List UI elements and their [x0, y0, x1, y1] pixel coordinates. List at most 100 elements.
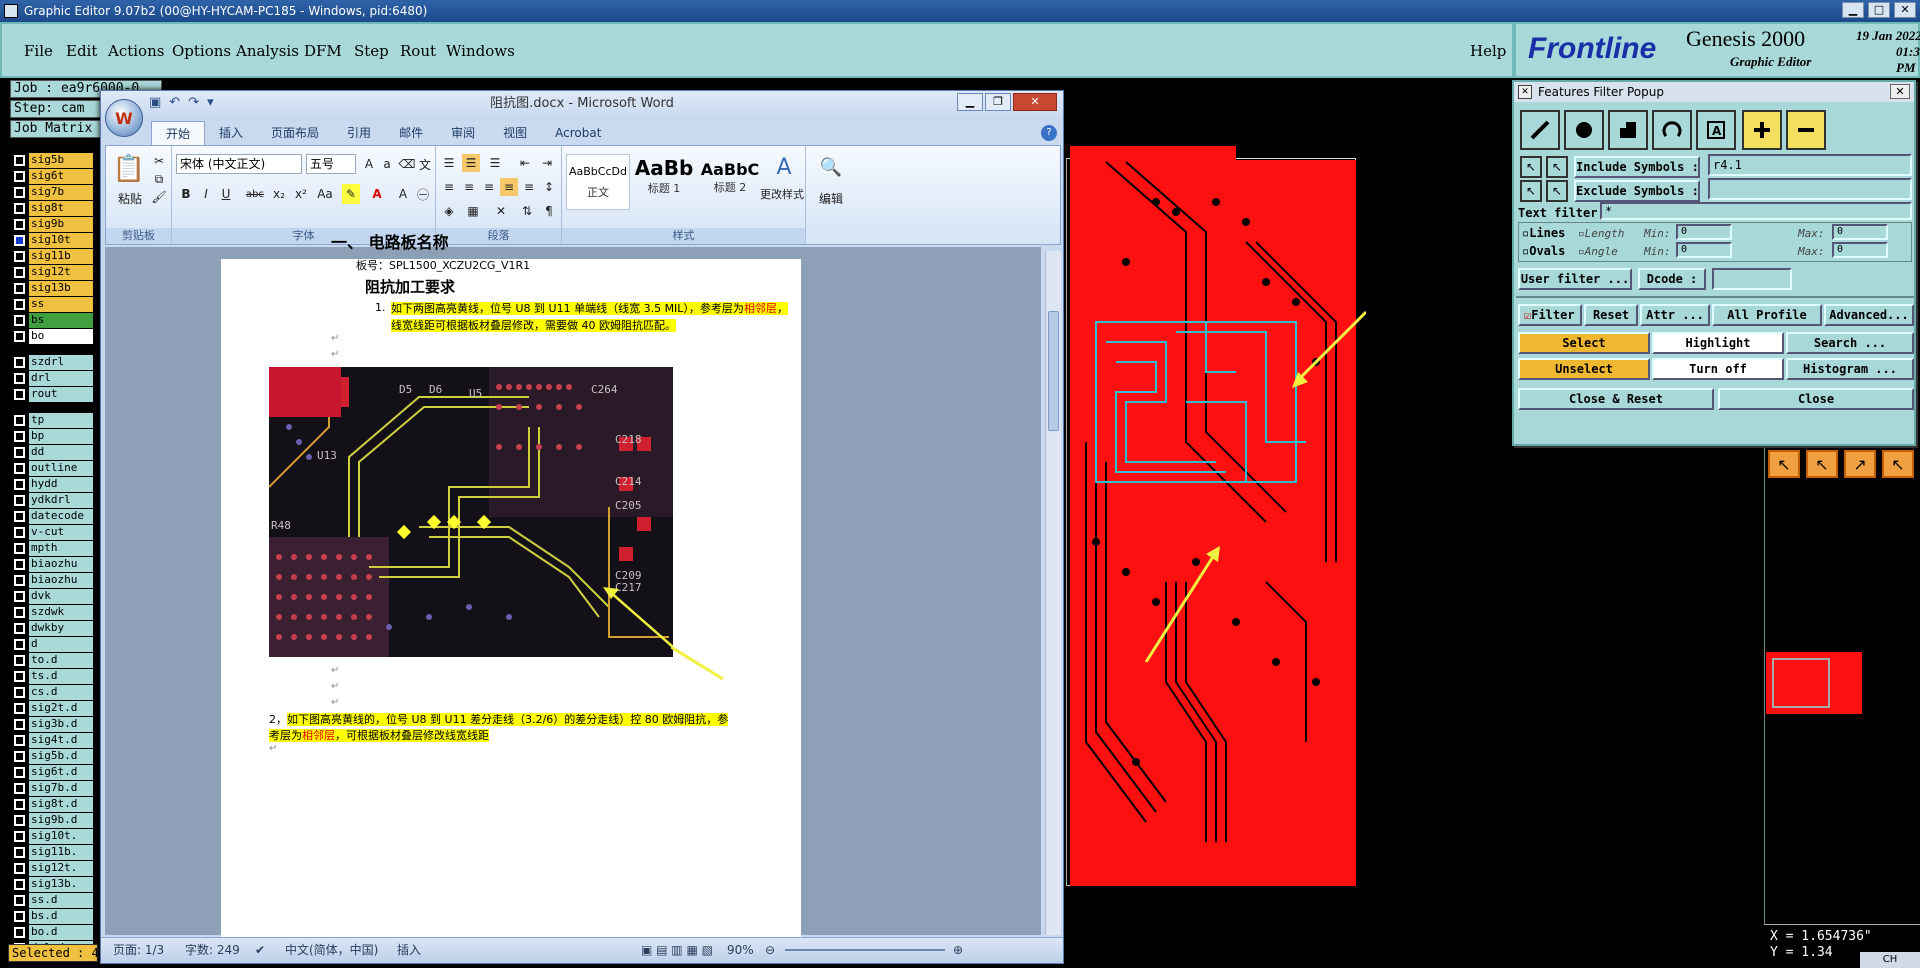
pad-feature-icon[interactable]: [1564, 110, 1604, 150]
layer-row[interactable]: drl: [14, 370, 102, 386]
layer-checkbox[interactable]: [14, 926, 25, 938]
tab-home[interactable]: 开始: [151, 121, 206, 145]
pointer-icon[interactable]: ↖: [1768, 450, 1800, 478]
layer-name[interactable]: sig8t.d: [29, 796, 93, 812]
layer-name[interactable]: bo: [29, 328, 93, 344]
histogram-button[interactable]: Histogram ...: [1786, 358, 1914, 380]
layer-name[interactable]: sig7b: [29, 184, 93, 200]
zoom-level[interactable]: 90%: [727, 938, 754, 962]
layer-row[interactable]: biaozhu: [14, 556, 102, 572]
show-marks-icon[interactable]: ¶: [540, 202, 558, 220]
layer-row[interactable]: hydd: [14, 476, 102, 492]
menu-dfm[interactable]: DFM: [304, 42, 342, 60]
layer-row[interactable]: sig7b.d: [14, 780, 102, 796]
decrease-indent-icon[interactable]: ⇤: [516, 154, 534, 172]
style-heading2[interactable]: AaBbC 标题 2: [698, 154, 762, 210]
tab-references[interactable]: 引用: [333, 121, 385, 145]
line-spacing-icon[interactable]: ↕: [540, 178, 558, 196]
layer-row[interactable]: sig13b.: [14, 876, 102, 892]
menu-rout[interactable]: Rout: [400, 42, 436, 60]
grow-font-icon[interactable]: A: [360, 154, 378, 174]
customize-qat-icon[interactable]: ▾: [207, 95, 214, 110]
layer-row[interactable]: sig6t: [14, 168, 102, 184]
layer-row[interactable]: szdrl: [14, 354, 102, 370]
layer-checkbox[interactable]: [14, 266, 25, 278]
length-checkbox[interactable]: ▫Length: [1578, 227, 1624, 240]
layer-row[interactable]: ss: [14, 296, 102, 312]
layer-name[interactable]: sig6t: [29, 168, 93, 184]
status-page[interactable]: 页面: 1/3: [113, 938, 164, 962]
layer-checkbox[interactable]: [14, 388, 25, 400]
tab-mailings[interactable]: 邮件: [385, 121, 437, 145]
layer-row[interactable]: to.d: [14, 652, 102, 668]
menu-file[interactable]: File: [24, 42, 53, 60]
layer-name[interactable]: sig6t.d: [29, 764, 93, 780]
layer-checkbox[interactable]: [14, 430, 25, 442]
layer-row[interactable]: tp: [14, 412, 102, 428]
layer-checkbox[interactable]: [14, 170, 25, 182]
layer-checkbox[interactable]: [14, 372, 25, 384]
undo-icon[interactable]: ↶: [169, 95, 180, 110]
layer-name[interactable]: sig11b: [29, 248, 93, 264]
increase-indent-icon[interactable]: ⇥: [538, 154, 556, 172]
restore-icon[interactable]: ❐: [985, 93, 1011, 111]
lines-checkbox[interactable]: ▫Lines: [1522, 226, 1565, 240]
layer-name[interactable]: sig8t: [29, 200, 93, 216]
layer-checkbox[interactable]: [14, 622, 25, 634]
layer-checkbox[interactable]: [14, 910, 25, 922]
include-list-icon[interactable]: ↖: [1546, 156, 1568, 178]
include-symbols-button[interactable]: Include Symbols :: [1574, 156, 1700, 178]
layer-row[interactable]: bo: [14, 328, 102, 344]
layer-row[interactable]: bp: [14, 428, 102, 444]
exclude-symbols-button[interactable]: Exclude Symbols :: [1574, 180, 1700, 202]
menu-options[interactable]: Options: [172, 42, 231, 60]
layer-checkbox[interactable]: [14, 878, 25, 890]
layer-name[interactable]: tp: [29, 412, 93, 428]
layer-checkbox[interactable]: [14, 718, 25, 730]
layer-name[interactable]: sig12t.: [29, 860, 93, 876]
layer-row[interactable]: cs.d: [14, 684, 102, 700]
underline-icon[interactable]: U: [218, 184, 234, 204]
include-symbols-input[interactable]: r4.1: [1708, 154, 1912, 176]
layer-row[interactable]: sig10t: [14, 232, 102, 248]
layer-checkbox[interactable]: [14, 186, 25, 198]
layer-checkbox[interactable]: [14, 462, 25, 474]
layer-checkbox[interactable]: [14, 446, 25, 458]
format-painter-icon[interactable]: 🖌: [151, 190, 166, 204]
char-shading-icon[interactable]: A: [394, 184, 412, 204]
layer-row[interactable]: szdwk: [14, 604, 102, 620]
exclude-symbols-input[interactable]: [1708, 178, 1912, 200]
layer-row[interactable]: sig13b: [14, 280, 102, 296]
layer-checkbox[interactable]: [14, 494, 25, 506]
highlight-icon[interactable]: ✎: [342, 184, 360, 204]
bold-icon[interactable]: B: [178, 184, 194, 204]
layer-row[interactable]: bo.d: [14, 924, 102, 940]
phonetic-icon[interactable]: 文: [416, 154, 434, 174]
negative-polarity-icon[interactable]: [1786, 110, 1826, 150]
layer-row[interactable]: bs.d: [14, 908, 102, 924]
layer-checkbox[interactable]: [14, 234, 25, 246]
numbering-icon[interactable]: ☰: [462, 154, 480, 172]
advanced-button[interactable]: Advanced...: [1824, 304, 1914, 326]
office-button-icon[interactable]: W: [105, 99, 143, 137]
distributed-icon[interactable]: ≡: [520, 178, 538, 196]
layer-row[interactable]: sig12t.: [14, 860, 102, 876]
layer-checkbox[interactable]: [14, 734, 25, 746]
include-arrow-icon[interactable]: ↖: [1520, 156, 1542, 178]
layer-row[interactable]: sig8t.d: [14, 796, 102, 812]
layer-name[interactable]: ss.d: [29, 892, 93, 908]
align-center-icon[interactable]: ≡: [460, 178, 478, 196]
close-icon[interactable]: ✕: [1894, 2, 1916, 18]
layer-row[interactable]: datecode: [14, 508, 102, 524]
layer-name[interactable]: sig13b: [29, 280, 93, 296]
select-pointer-icon[interactable]: ↖: [1806, 450, 1838, 478]
select-button[interactable]: Select: [1518, 332, 1650, 354]
layer-name[interactable]: bs: [29, 312, 93, 328]
layer-checkbox[interactable]: [14, 606, 25, 618]
layer-checkbox[interactable]: [14, 558, 25, 570]
layer-checkbox[interactable]: [14, 846, 25, 858]
superscript-icon[interactable]: x²: [292, 184, 310, 204]
edit-label[interactable]: 编辑: [812, 190, 850, 207]
layer-checkbox[interactable]: [14, 202, 25, 214]
layer-name[interactable]: szdwk: [29, 604, 93, 620]
